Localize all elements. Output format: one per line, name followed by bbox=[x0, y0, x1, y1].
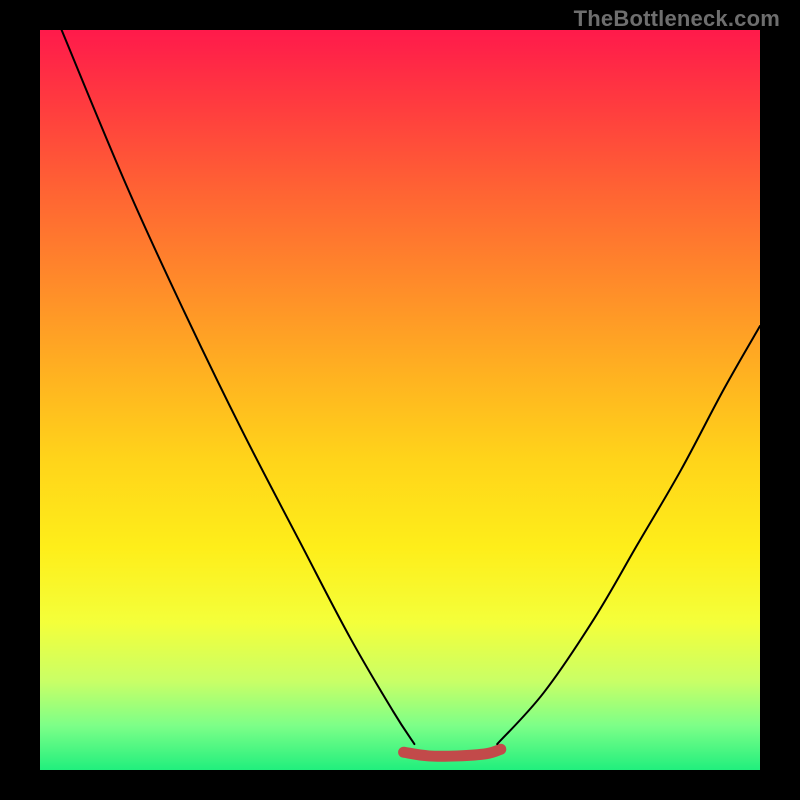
series-group bbox=[62, 30, 760, 756]
plot-area bbox=[40, 30, 760, 770]
series-valley-floor bbox=[404, 749, 501, 756]
chart-frame: TheBottleneck.com bbox=[0, 0, 800, 800]
watermark-text: TheBottleneck.com bbox=[574, 6, 780, 32]
series-left-descent bbox=[62, 30, 415, 744]
curve-layer bbox=[40, 30, 760, 770]
series-right-ascent bbox=[497, 326, 760, 744]
